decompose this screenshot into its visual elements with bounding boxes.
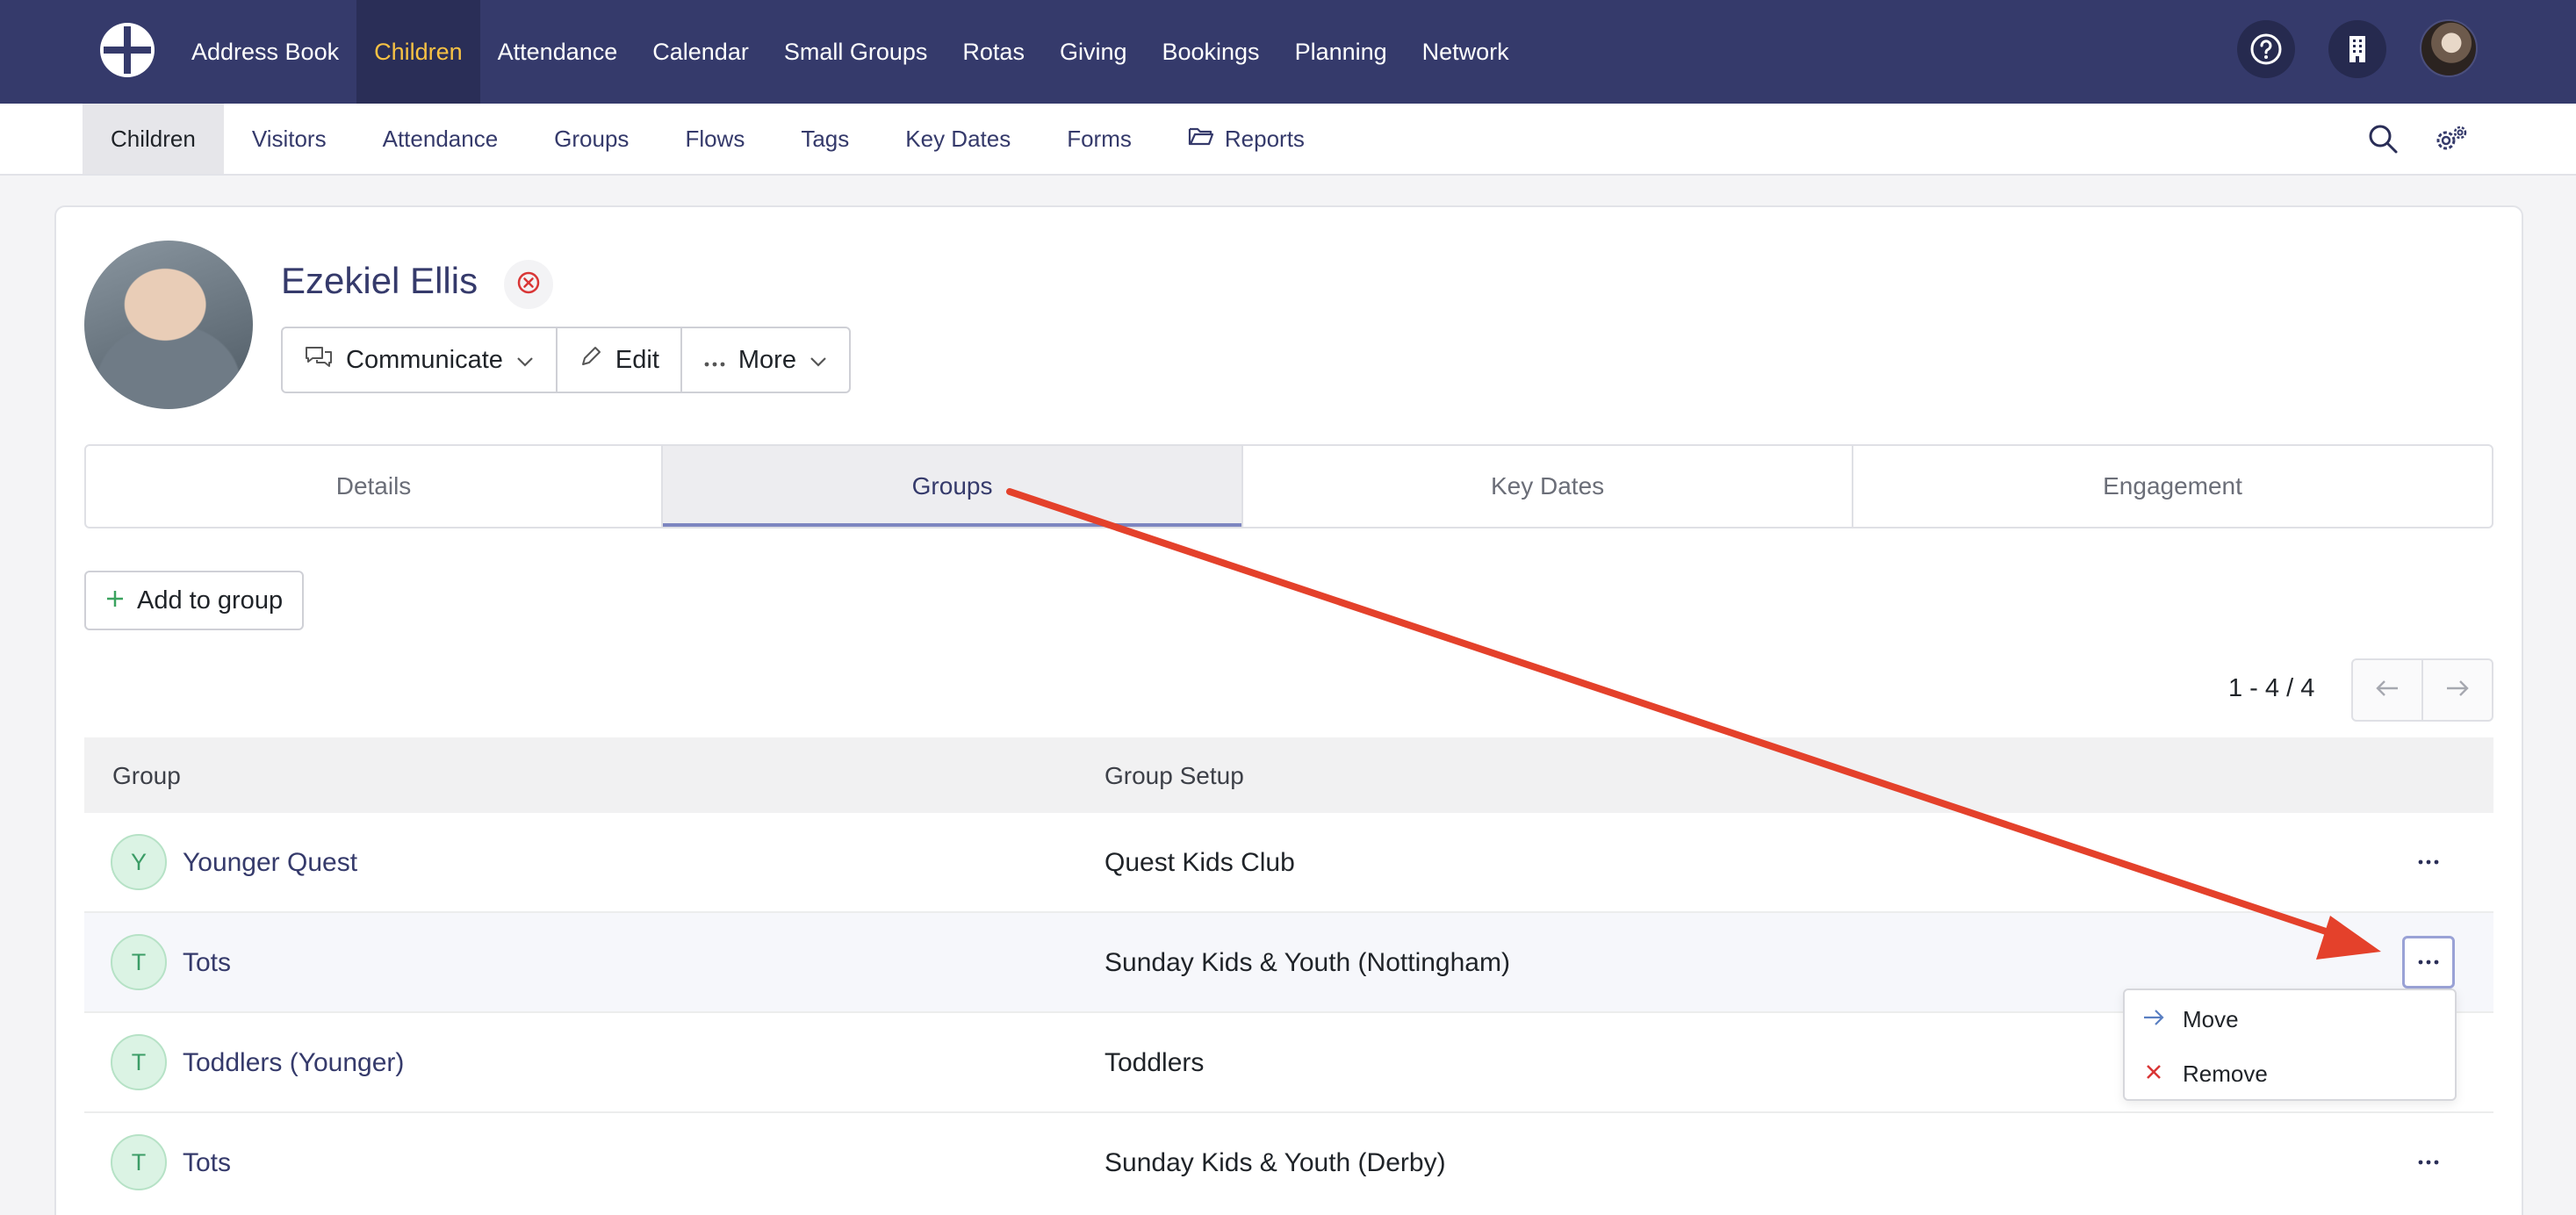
topnav-network[interactable]: Network — [1405, 0, 1527, 104]
group-initial-badge: Y — [111, 834, 167, 890]
more-button[interactable]: More — [680, 328, 849, 392]
menu-item-move-label: Move — [2183, 1005, 2239, 1032]
group-initial-badge: T — [111, 1034, 167, 1090]
menu-item-remove[interactable]: Remove — [2125, 1046, 2455, 1101]
row-actions-button[interactable] — [2402, 836, 2455, 888]
group-name-link[interactable]: Tots — [183, 948, 231, 978]
person-name: Ezekiel Ellis — [281, 260, 479, 301]
row-actions-button[interactable] — [2402, 936, 2455, 989]
ellipsis-icon — [2417, 854, 2440, 870]
chevron-down-icon — [515, 346, 535, 375]
close-icon — [2142, 1060, 2165, 1088]
topnav-attendance[interactable]: Attendance — [480, 0, 636, 104]
column-header-group: Group — [112, 762, 181, 789]
subnav-visitors[interactable]: Visitors — [224, 104, 355, 174]
table-row: Y Younger Quest Quest Kids Club — [84, 813, 2493, 913]
more-label: More — [738, 345, 796, 374]
remove-circle-icon — [516, 270, 541, 299]
subnav-key-dates[interactable]: Key Dates — [877, 104, 1039, 174]
group-initial-badge: T — [111, 1134, 167, 1190]
subnav-children[interactable]: Children — [83, 104, 224, 174]
chat-icon — [304, 344, 334, 376]
building-icon[interactable] — [2328, 20, 2386, 78]
add-to-group-label: Add to group — [137, 586, 284, 615]
group-setup-value: Quest Kids Club — [1105, 848, 1295, 877]
profile-actions: Communicate Edit More — [281, 327, 851, 393]
topnav-rotas[interactable]: Rotas — [945, 0, 1042, 104]
top-navigation: Address Book Children Attendance Calenda… — [0, 0, 2576, 104]
sub-navigation: Children Visitors Attendance Groups Flow… — [0, 104, 2576, 176]
subnav-tags[interactable]: Tags — [773, 104, 877, 174]
subnav-groups[interactable]: Groups — [526, 104, 657, 174]
tab-details[interactable]: Details — [86, 446, 661, 527]
subnav-flows[interactable]: Flows — [657, 104, 773, 174]
plus-icon — [105, 586, 125, 615]
pencil-icon — [579, 344, 603, 376]
user-avatar[interactable] — [2420, 19, 2478, 77]
add-to-group-button[interactable]: Add to group — [84, 571, 305, 630]
column-header-group-setup: Group Setup — [1105, 762, 1244, 789]
profile-tabs: Details Groups Key Dates Engagement — [84, 444, 2493, 528]
topnav-calendar[interactable]: Calendar — [635, 0, 766, 104]
arrow-right-icon — [2142, 1006, 2165, 1033]
topnav-children[interactable]: Children — [356, 0, 480, 104]
communicate-label: Communicate — [346, 345, 503, 374]
ellipsis-icon — [703, 346, 726, 375]
tab-engagement[interactable]: Engagement — [1852, 446, 2492, 527]
topnav-small-groups[interactable]: Small Groups — [766, 0, 946, 104]
subnav-attendance[interactable]: Attendance — [355, 104, 527, 174]
table-row: T Tots Sunday Kids & Youth (Derby) — [84, 1113, 2493, 1213]
group-name-link[interactable]: Younger Quest — [183, 848, 357, 878]
edit-label: Edit — [615, 345, 659, 374]
ellipsis-icon — [2417, 1154, 2440, 1170]
group-name-link[interactable]: Tots — [183, 1148, 231, 1178]
group-initial-badge: T — [111, 934, 167, 990]
topnav-planning[interactable]: Planning — [1277, 0, 1405, 104]
previous-page-button[interactable] — [2353, 660, 2421, 720]
row-actions-menu: Move Remove — [2123, 989, 2457, 1101]
ellipsis-icon — [2417, 954, 2440, 970]
row-actions-button[interactable] — [2402, 1136, 2455, 1189]
topnav-bookings[interactable]: Bookings — [1144, 0, 1277, 104]
settings-icon[interactable] — [2432, 119, 2471, 158]
subnav-reports[interactable]: Reports — [1160, 104, 1333, 174]
status-button[interactable] — [504, 260, 553, 309]
pagination-count: 1 - 4 / 4 — [2228, 674, 2315, 702]
chevron-down-icon — [809, 346, 828, 375]
topnav-giving[interactable]: Giving — [1042, 0, 1145, 104]
profile-photo — [84, 241, 253, 409]
menu-item-move[interactable]: Move — [2125, 992, 2455, 1046]
search-icon[interactable] — [2364, 119, 2402, 158]
group-setup-value: Sunday Kids & Youth (Derby) — [1105, 1148, 1446, 1177]
edit-button[interactable]: Edit — [555, 328, 680, 392]
pagination-controls — [2351, 658, 2493, 722]
tab-groups[interactable]: Groups — [661, 446, 1242, 527]
menu-item-remove-label: Remove — [2183, 1060, 2268, 1087]
group-name-link[interactable]: Toddlers (Younger) — [183, 1048, 404, 1078]
subnav-forms[interactable]: Forms — [1039, 104, 1160, 174]
group-setup-value: Toddlers — [1105, 1048, 1205, 1077]
group-setup-value: Sunday Kids & Youth (Nottingham) — [1105, 948, 1510, 977]
topnav-address-book[interactable]: Address Book — [174, 0, 356, 104]
help-icon[interactable] — [2237, 20, 2295, 78]
tab-key-dates[interactable]: Key Dates — [1241, 446, 1852, 527]
next-page-button[interactable] — [2421, 660, 2492, 720]
arrow-right-icon — [2445, 679, 2470, 702]
table-header: Group Group Setup — [84, 737, 2493, 813]
folder-open-icon — [1188, 126, 1214, 153]
logo-icon[interactable] — [98, 21, 156, 79]
communicate-button[interactable]: Communicate — [283, 328, 556, 392]
arrow-left-icon — [2375, 679, 2400, 702]
subnav-reports-label: Reports — [1224, 125, 1305, 152]
